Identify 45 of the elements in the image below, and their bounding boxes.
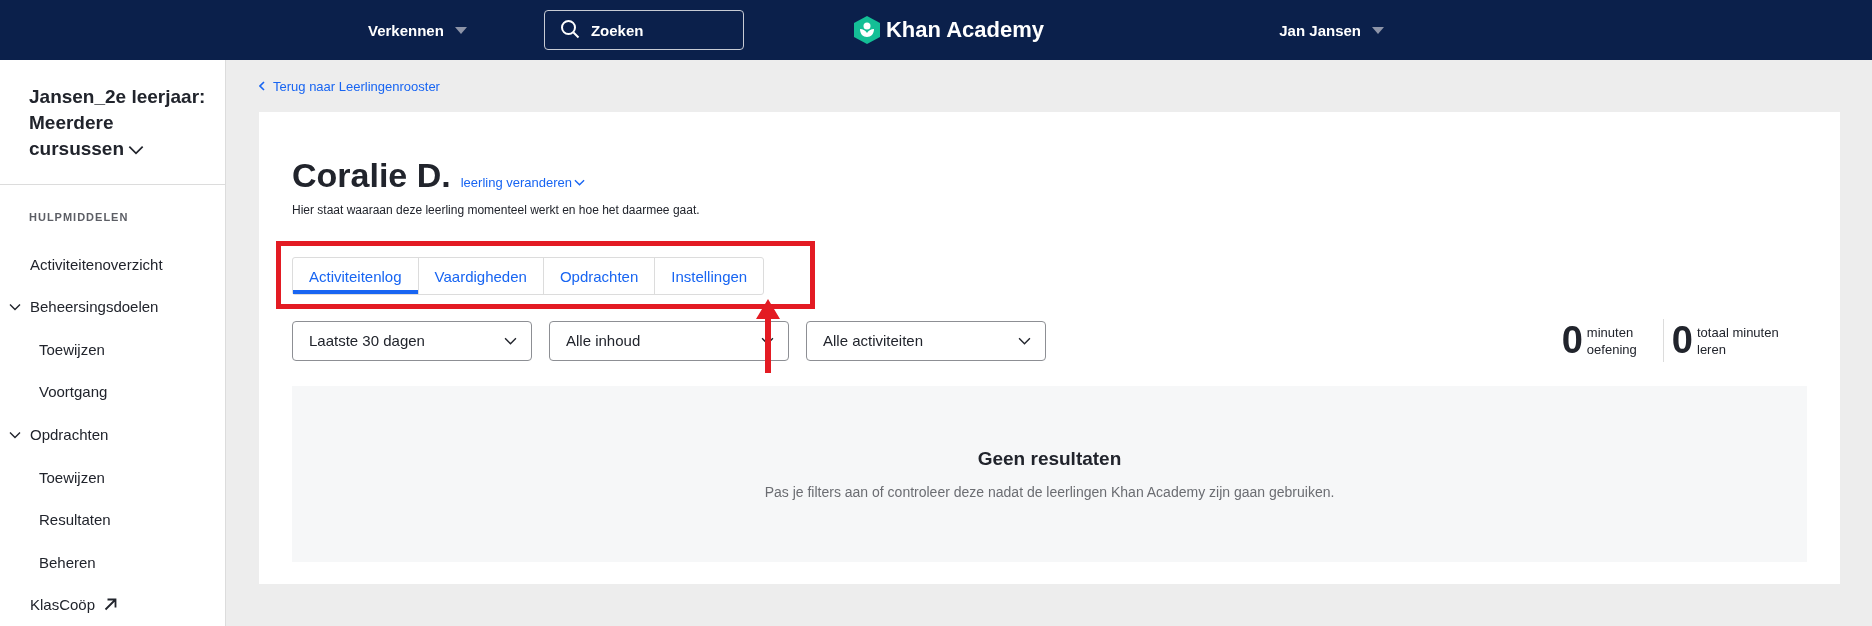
- description: Hier staat waaraan deze leerling momenteel werkt en hoe het daarmee gaat.: [292, 203, 701, 217]
- tab[interactable]: Instellingen: [655, 258, 764, 294]
- tab[interactable]: Vaardigheden: [418, 258, 544, 294]
- change-student-link[interactable]: leerling veranderen: [460, 175, 585, 190]
- search-field[interactable]: Zoeken: [543, 10, 744, 50]
- class-selector[interactable]: Jansen_2e leerjaar: Meerdere cursussen: [29, 84, 209, 162]
- student-name: Coralie D.: [292, 156, 451, 195]
- chevron-down-icon: [504, 336, 517, 345]
- chevron-down-icon: [9, 302, 21, 311]
- chevron-down-icon: [128, 145, 145, 155]
- sidebar-item[interactable]: Resultaten: [0, 498, 225, 541]
- logo-text: Khan Academy: [885, 17, 1044, 43]
- sidebar-group[interactable]: Beheersingsdoelen: [0, 285, 225, 329]
- stat-label: totaal minuten leren: [1697, 323, 1780, 358]
- sidebar-item[interactable]: KlasCoöp: [0, 583, 225, 626]
- back-link[interactable]: Terug naar Leerlingenrooster: [259, 60, 1840, 112]
- sidebar-item[interactable]: Toewijzen: [0, 328, 225, 371]
- chevron-down-icon: [9, 430, 21, 439]
- stat-value: 0: [1561, 319, 1583, 362]
- filter-dropdown[interactable]: Alle activiteiten: [806, 320, 1046, 361]
- chevron-down-icon: [574, 179, 585, 186]
- caret-icon: [454, 26, 467, 34]
- empty-state-title: Geen resultaten: [977, 448, 1122, 470]
- sidebar-item[interactable]: Toewijzen: [0, 455, 225, 499]
- logo-icon: [853, 16, 880, 44]
- filter-dropdown[interactable]: Laatste 30 dagen: [292, 320, 532, 361]
- chevron-down-icon: [1018, 336, 1031, 345]
- stat-value: 0: [1671, 319, 1693, 362]
- tab[interactable]: Opdrachten: [543, 258, 656, 294]
- search-icon: [559, 19, 580, 39]
- sidebar-item[interactable]: Voortgang: [0, 370, 225, 414]
- tab[interactable]: Activiteitenlog: [293, 258, 419, 294]
- section-label: HULPMIDDELEN: [28, 210, 130, 225]
- sidebar-item[interactable]: Activiteitenoverzicht: [0, 243, 225, 286]
- sidebar-group[interactable]: Opdrachten: [0, 413, 225, 456]
- chevron-left-icon: [259, 81, 265, 91]
- user-menu[interactable]: Jan Jansen: [1279, 21, 1384, 39]
- filter-dropdown[interactable]: Alle inhoud: [549, 320, 789, 361]
- chevron-down-icon: [761, 336, 774, 345]
- stat-label: minuten oefening: [1586, 323, 1638, 358]
- external-link-icon: [104, 598, 118, 612]
- explore-menu[interactable]: Verkennen: [368, 21, 467, 39]
- sidebar-item[interactable]: Beheren: [0, 540, 225, 584]
- caret-icon: [1372, 26, 1384, 34]
- empty-state-message: Pas je filters aan of controleer deze nadat de leerlingen Khan Academy zijn gaan gebruiken.: [764, 484, 1335, 500]
